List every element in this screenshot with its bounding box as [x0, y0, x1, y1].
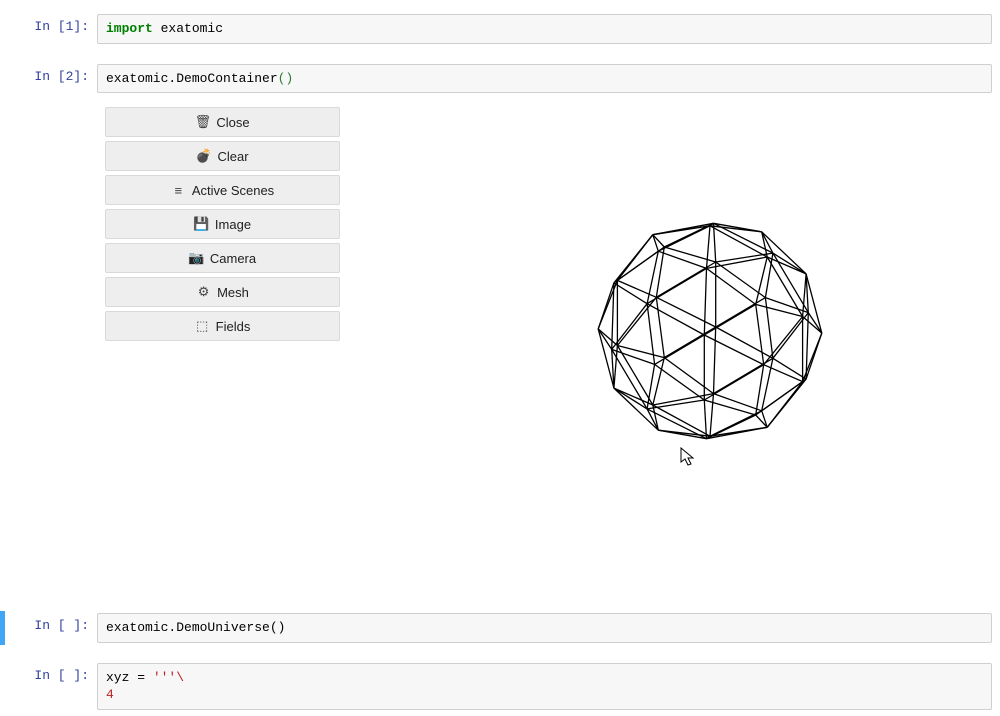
image-button[interactable]: 💾 Image	[105, 209, 340, 239]
button-label: Active Scenes	[192, 183, 274, 198]
fields-button[interactable]: ⬚ Fields	[105, 311, 340, 341]
input-prompt: In [ ]:	[11, 613, 97, 633]
close-button[interactable]: 🗑 Close	[105, 107, 340, 137]
code-editor[interactable]: xyz = '''\ 4	[97, 663, 992, 710]
bomb-icon: 💣	[196, 148, 211, 164]
keyword-import: import	[106, 21, 153, 36]
gear-icon: ⚙	[196, 284, 211, 300]
trash-icon: 🗑	[195, 114, 210, 130]
menu-icon: ≡	[171, 183, 186, 198]
code-cell-2[interactable]: In [2]: exatomic.DemoContainer()	[0, 62, 992, 96]
button-label: Mesh	[217, 285, 249, 300]
code-cell-1[interactable]: In [1]: import exatomic	[0, 12, 992, 46]
widget-button-stack: 🗑 Close 💣 Clear ≡ Active Scenes 💾 Image …	[105, 107, 340, 341]
button-label: Camera	[210, 251, 256, 266]
button-label: Close	[216, 115, 249, 130]
code-editor[interactable]: import exatomic	[97, 14, 992, 44]
wireframe-sphere	[590, 211, 830, 451]
button-label: Image	[215, 217, 251, 232]
mesh-button[interactable]: ⚙ Mesh	[105, 277, 340, 307]
button-label: Fields	[216, 319, 251, 334]
code-cell-3[interactable]: In [ ]: exatomic.DemoUniverse()	[0, 611, 992, 645]
notebook: In [1]: import exatomic In [2]: exatomic…	[0, 0, 1000, 712]
input-prompt: In [ ]:	[11, 663, 97, 683]
camera-icon: 📷	[189, 250, 204, 266]
camera-button[interactable]: 📷 Camera	[105, 243, 340, 273]
code-editor[interactable]: exatomic.DemoContainer()	[97, 64, 992, 94]
code-text: exatomic.DemoContainer	[106, 71, 278, 86]
three-scene[interactable]	[350, 107, 992, 607]
input-prompt: In [1]:	[11, 14, 97, 34]
code-paren: ()	[278, 71, 294, 86]
code-cell-4[interactable]: In [ ]: xyz = '''\ 4	[0, 661, 992, 712]
clear-button[interactable]: 💣 Clear	[105, 141, 340, 171]
code-text: xyz =	[106, 670, 153, 685]
cube-icon: ⬚	[195, 318, 210, 334]
code-text: exatomic	[153, 21, 223, 36]
cell-output: 🗑 Close 💣 Clear ≡ Active Scenes 💾 Image …	[0, 99, 992, 607]
string-literal: '''\	[153, 670, 184, 685]
save-icon: 💾	[194, 216, 209, 232]
active-scenes-button[interactable]: ≡ Active Scenes	[105, 175, 340, 205]
button-label: Clear	[217, 149, 248, 164]
widget-panel: 🗑 Close 💣 Clear ≡ Active Scenes 💾 Image …	[97, 99, 992, 607]
code-editor[interactable]: exatomic.DemoUniverse()	[97, 613, 992, 643]
input-prompt: In [2]:	[11, 64, 97, 84]
